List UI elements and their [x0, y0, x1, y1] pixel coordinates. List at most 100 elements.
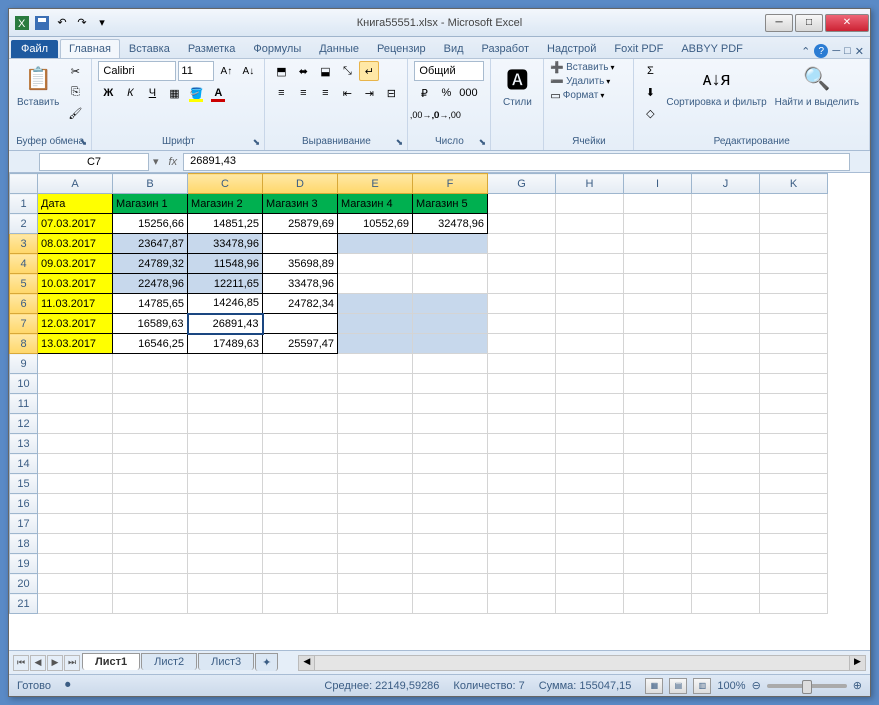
tab-view[interactable]: Вид — [435, 39, 473, 58]
cell[interactable] — [760, 394, 828, 414]
bold-button[interactable]: Ж — [98, 83, 118, 103]
cell[interactable] — [488, 534, 556, 554]
cell[interactable] — [692, 294, 760, 314]
cell-E1[interactable]: Магазин 4 — [338, 194, 413, 214]
cell-B6[interactable]: 14785,65 — [113, 294, 188, 314]
col-header-H[interactable]: H — [556, 174, 624, 194]
cell[interactable] — [556, 494, 624, 514]
cell[interactable] — [113, 554, 188, 574]
cell[interactable] — [113, 414, 188, 434]
cell-D5[interactable]: 33478,96 — [263, 274, 338, 294]
cell[interactable] — [263, 374, 338, 394]
cell[interactable] — [624, 334, 692, 354]
cell-F2[interactable]: 32478,96 — [413, 214, 488, 234]
row-header[interactable]: 18 — [10, 534, 38, 554]
italic-button[interactable]: К — [120, 83, 140, 103]
cell[interactable] — [488, 394, 556, 414]
percent-icon[interactable]: % — [436, 83, 456, 103]
tab-abbyy[interactable]: ABBYY PDF — [672, 39, 752, 58]
cell-A8[interactable]: 13.03.2017 — [38, 334, 113, 354]
cell[interactable] — [188, 534, 263, 554]
align-center-icon[interactable]: ≡ — [293, 83, 313, 103]
tab-foxit[interactable]: Foxit PDF — [605, 39, 672, 58]
cell[interactable] — [263, 494, 338, 514]
delete-cells-button[interactable]: ➖Удалить▾ — [550, 75, 610, 88]
font-size-select[interactable] — [178, 61, 214, 81]
minimize-ribbon-icon[interactable]: ⌃ — [801, 45, 810, 58]
col-header-J[interactable]: J — [692, 174, 760, 194]
row-header[interactable]: 19 — [10, 554, 38, 574]
cell[interactable] — [692, 514, 760, 534]
tab-layout[interactable]: Разметка — [179, 39, 245, 58]
cell[interactable] — [263, 534, 338, 554]
cell[interactable] — [556, 474, 624, 494]
cell[interactable] — [760, 374, 828, 394]
cell[interactable] — [760, 594, 828, 614]
cell[interactable] — [556, 274, 624, 294]
cell-A1[interactable]: Дата — [38, 194, 113, 214]
cell[interactable] — [488, 274, 556, 294]
row-header-7[interactable]: 7 — [10, 314, 38, 334]
cell-B2[interactable]: 15256,66 — [113, 214, 188, 234]
doc-minimize-icon[interactable]: ─ — [832, 45, 840, 57]
cell[interactable] — [692, 194, 760, 214]
cell[interactable] — [113, 514, 188, 534]
sheet-nav-next-icon[interactable]: ▶ — [47, 655, 63, 671]
cell[interactable] — [38, 474, 113, 494]
cell[interactable] — [692, 554, 760, 574]
close-button[interactable]: ✕ — [825, 14, 869, 32]
sheet-nav-prev-icon[interactable]: ◀ — [30, 655, 46, 671]
row-header-1[interactable]: 1 — [10, 194, 38, 214]
cell[interactable] — [692, 434, 760, 454]
cell[interactable] — [624, 254, 692, 274]
cell[interactable] — [338, 474, 413, 494]
cell[interactable] — [338, 454, 413, 474]
cell[interactable] — [556, 574, 624, 594]
cell[interactable] — [488, 514, 556, 534]
row-header[interactable]: 15 — [10, 474, 38, 494]
zoom-in-button[interactable]: ⊕ — [853, 679, 862, 692]
cell-A7[interactable]: 12.03.2017 — [38, 314, 113, 334]
cell[interactable] — [488, 414, 556, 434]
cell[interactable] — [38, 514, 113, 534]
number-format-select[interactable] — [414, 61, 484, 81]
cell[interactable] — [38, 594, 113, 614]
cell[interactable] — [488, 454, 556, 474]
cell[interactable] — [760, 454, 828, 474]
cell[interactable] — [692, 414, 760, 434]
cell[interactable] — [556, 294, 624, 314]
cell[interactable] — [760, 194, 828, 214]
cell-F6[interactable] — [413, 294, 488, 314]
align-top-icon[interactable]: ⬒ — [271, 61, 291, 81]
cell[interactable] — [624, 234, 692, 254]
cell[interactable] — [413, 554, 488, 574]
cell[interactable] — [692, 534, 760, 554]
scroll-left-icon[interactable]: ◀ — [299, 656, 315, 670]
cell[interactable] — [692, 494, 760, 514]
sheet-nav-first-icon[interactable]: ⏮ — [13, 655, 29, 671]
cell[interactable] — [338, 394, 413, 414]
cell-F4[interactable] — [413, 254, 488, 274]
cell-D7[interactable] — [263, 314, 338, 334]
cell[interactable] — [113, 594, 188, 614]
sheet-tab-1[interactable]: Лист1 — [82, 653, 140, 670]
doc-restore-icon[interactable]: □ — [844, 45, 851, 57]
cell[interactable] — [624, 394, 692, 414]
col-header-I[interactable]: I — [624, 174, 692, 194]
cell-B5[interactable]: 22478,96 — [113, 274, 188, 294]
cell[interactable] — [413, 454, 488, 474]
cell-E5[interactable] — [338, 274, 413, 294]
maximize-button[interactable]: □ — [795, 14, 823, 32]
row-header[interactable]: 17 — [10, 514, 38, 534]
find-select-button[interactable]: 🔍 Найти и выделить — [773, 61, 861, 110]
view-normal-icon[interactable]: ▦ — [645, 678, 663, 694]
cell-E3[interactable] — [338, 234, 413, 254]
col-header-F[interactable]: F — [413, 174, 488, 194]
cell[interactable] — [263, 574, 338, 594]
cell[interactable] — [488, 254, 556, 274]
cell-D1[interactable]: Магазин 3 — [263, 194, 338, 214]
minimize-button[interactable]: ─ — [765, 14, 793, 32]
cell[interactable] — [263, 474, 338, 494]
cell[interactable] — [624, 534, 692, 554]
cell[interactable] — [624, 474, 692, 494]
